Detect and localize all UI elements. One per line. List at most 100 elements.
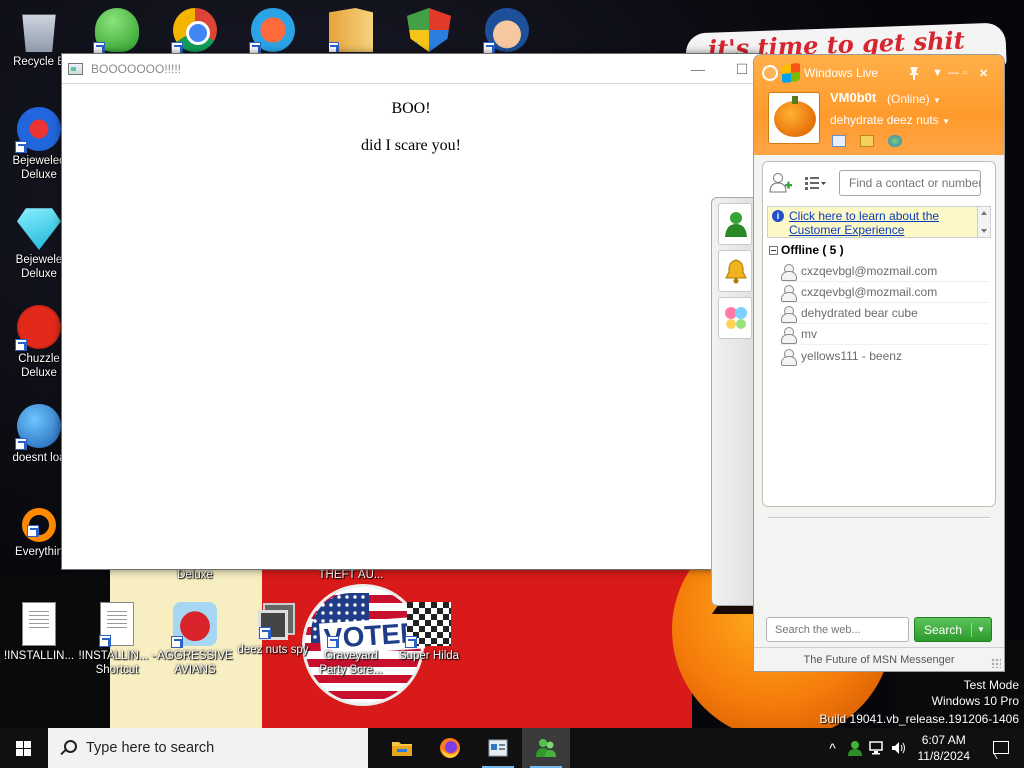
close-button[interactable]: ✕ bbox=[979, 67, 988, 80]
windows-logo-icon bbox=[16, 741, 31, 756]
boo-window-titlebar[interactable]: BOOOOOOO!!!!! — ☐ bbox=[62, 54, 760, 84]
offline-buddy-icon bbox=[781, 326, 797, 344]
desktop-icon-label: Super Hilda bbox=[398, 650, 460, 662]
info-icon: i bbox=[772, 210, 784, 222]
buddy-icon bbox=[725, 212, 747, 237]
minimize-button[interactable]: — bbox=[948, 67, 959, 79]
mail-icon[interactable] bbox=[832, 135, 846, 147]
folder-icon[interactable] bbox=[860, 135, 874, 147]
web-search-input[interactable] bbox=[766, 617, 909, 642]
chevron-down-icon[interactable]: ▼ bbox=[972, 625, 990, 634]
personal-message[interactable]: dehydrate deez nuts ▼ bbox=[830, 113, 950, 127]
watermark-test-mode: Test Mode bbox=[963, 678, 1019, 692]
desktop-icon-chrome[interactable] bbox=[156, 8, 234, 55]
add-contact-icon[interactable] bbox=[769, 172, 793, 194]
document-icon bbox=[22, 602, 56, 646]
messenger-window[interactable]: Windows Live ▼ — ▫ ✕ VM0b0t (Online) ▼ d… bbox=[753, 54, 1005, 672]
contact-item[interactable]: dehydrated bear cube bbox=[781, 303, 989, 324]
desktop-icon-graveyard-party[interactable]: Graveyard Party Scre... bbox=[312, 602, 390, 677]
contact-name: mv bbox=[801, 327, 817, 341]
desktop-icon-character[interactable] bbox=[468, 8, 546, 55]
folder-icon bbox=[329, 8, 373, 52]
boo-window-content: BOO! did I scare you! bbox=[62, 100, 760, 155]
desktop-icon-deez-nuts-spy[interactable]: deez nuts spy bbox=[234, 602, 312, 657]
start-button[interactable] bbox=[0, 728, 48, 768]
clock-time: 6:07 AM bbox=[921, 733, 966, 747]
desktop-icon-aggressive-avians[interactable]: AGGRESSIVE AVIANS bbox=[156, 602, 234, 677]
contact-name: cxzqevbgl@mozmail.com bbox=[801, 285, 938, 299]
desktop-icon-installing[interactable]: !INSTALLIN... bbox=[0, 602, 78, 663]
avatar[interactable] bbox=[768, 92, 820, 144]
offline-buddy-icon bbox=[781, 305, 797, 323]
boo-message: did I scare you! bbox=[361, 137, 461, 154]
taskbar-app-msn-messenger[interactable] bbox=[522, 728, 570, 768]
contact-item[interactable]: yellows111 - beenz bbox=[781, 345, 989, 366]
search-button-label: Search bbox=[915, 622, 972, 637]
taskbar-search-box[interactable]: Type here to search bbox=[48, 728, 368, 768]
character-face-icon bbox=[483, 8, 529, 54]
contact-item[interactable]: cxzqevbgl@mozmail.com bbox=[781, 261, 989, 282]
butterfly-icon bbox=[725, 307, 747, 329]
boo-heading: BOO! bbox=[391, 100, 431, 117]
taskbar-app-firefox[interactable] bbox=[426, 728, 474, 768]
tab-butterfly[interactable] bbox=[718, 297, 752, 339]
chuzzle-icon bbox=[15, 305, 61, 351]
msn-tray-icon[interactable] bbox=[844, 728, 866, 768]
tab-contacts[interactable] bbox=[718, 203, 752, 245]
msn-messenger-icon bbox=[93, 8, 139, 54]
desktop-icon-shield[interactable] bbox=[390, 8, 468, 55]
offline-buddy-icon bbox=[781, 263, 797, 281]
minimize-button[interactable]: — bbox=[676, 57, 720, 81]
network-icon[interactable] bbox=[866, 728, 888, 768]
desktop-icon-installing-shortcut[interactable]: !INSTALLIN... - Shortcut bbox=[78, 602, 156, 677]
desktop-icon-folder[interactable] bbox=[312, 8, 390, 55]
customer-experience-link[interactable]: Click here to learn about the Customer E… bbox=[789, 209, 975, 237]
display-name[interactable]: VM0b0t bbox=[830, 90, 876, 105]
info-bar-scrollbar[interactable] bbox=[977, 207, 990, 237]
desktop-icon-peggle[interactable] bbox=[234, 8, 312, 55]
chevron-down-icon: ▼ bbox=[933, 96, 941, 105]
firefox-icon bbox=[440, 738, 460, 758]
blue-bird-icon bbox=[15, 404, 61, 450]
web-search-button[interactable]: Search ▼ bbox=[914, 617, 992, 642]
watermark-edition: Windows 10 Pro bbox=[931, 694, 1019, 708]
chrome-icon bbox=[171, 8, 217, 54]
window-stack-icon bbox=[258, 610, 288, 640]
contact-item[interactable]: mv bbox=[781, 324, 989, 345]
resize-grip-icon[interactable] bbox=[991, 658, 1001, 668]
search-icon bbox=[60, 740, 77, 756]
status-dropdown[interactable]: (Online) ▼ bbox=[887, 92, 941, 106]
tab-alerts[interactable] bbox=[718, 250, 752, 292]
menu-dropdown-button[interactable]: ▼ bbox=[932, 67, 943, 79]
live-status-icon[interactable] bbox=[762, 65, 778, 81]
contact-list-panel: i Click here to learn about the Customer… bbox=[762, 161, 996, 507]
messenger-brand: Windows Live bbox=[762, 62, 878, 84]
bejeweled-diamond-icon bbox=[17, 208, 61, 250]
boo-app-icon bbox=[488, 739, 508, 757]
pumpkin-avatar-icon bbox=[774, 101, 816, 137]
boo-window[interactable]: BOOOOOOO!!!!! — ☐ BOO! did I scare you! bbox=[61, 53, 761, 570]
taskbar-app-boo[interactable] bbox=[474, 728, 522, 768]
notification-center-icon[interactable] bbox=[978, 728, 1024, 768]
globe-icon[interactable] bbox=[888, 135, 902, 147]
desktop-icon-msn[interactable] bbox=[78, 8, 156, 55]
contact-name: yellows111 - beenz bbox=[801, 348, 902, 363]
clock[interactable]: 6:07 AM 11/8/2024 bbox=[910, 732, 979, 764]
group-header-offline[interactable]: Offline ( 5 ) bbox=[769, 243, 844, 257]
contact-item[interactable]: cxzqevbgl@mozmail.com bbox=[781, 282, 989, 303]
collapse-toggle-icon[interactable] bbox=[769, 245, 778, 255]
desktop-icon-super-hilda[interactable]: Super Hilda bbox=[390, 602, 468, 663]
volume-icon[interactable] bbox=[888, 728, 910, 768]
messenger-footer: The Future of MSN Messenger bbox=[754, 647, 1004, 671]
maximize-button[interactable]: ▫ bbox=[963, 67, 967, 79]
desktop-icon-label: !INSTALLIN... bbox=[3, 650, 75, 662]
pin-icon[interactable] bbox=[906, 65, 922, 81]
contact-toolbar bbox=[763, 162, 995, 204]
windows-shield-icon bbox=[407, 8, 451, 52]
voted-badge-icon bbox=[327, 602, 373, 648]
contact-search-input[interactable] bbox=[839, 170, 981, 196]
personal-message-text: dehydrate deez nuts bbox=[830, 113, 939, 127]
view-options-icon[interactable] bbox=[803, 172, 827, 194]
taskbar-app-file-explorer[interactable] bbox=[378, 728, 426, 768]
show-hidden-icons-button[interactable]: ^ bbox=[822, 728, 844, 768]
